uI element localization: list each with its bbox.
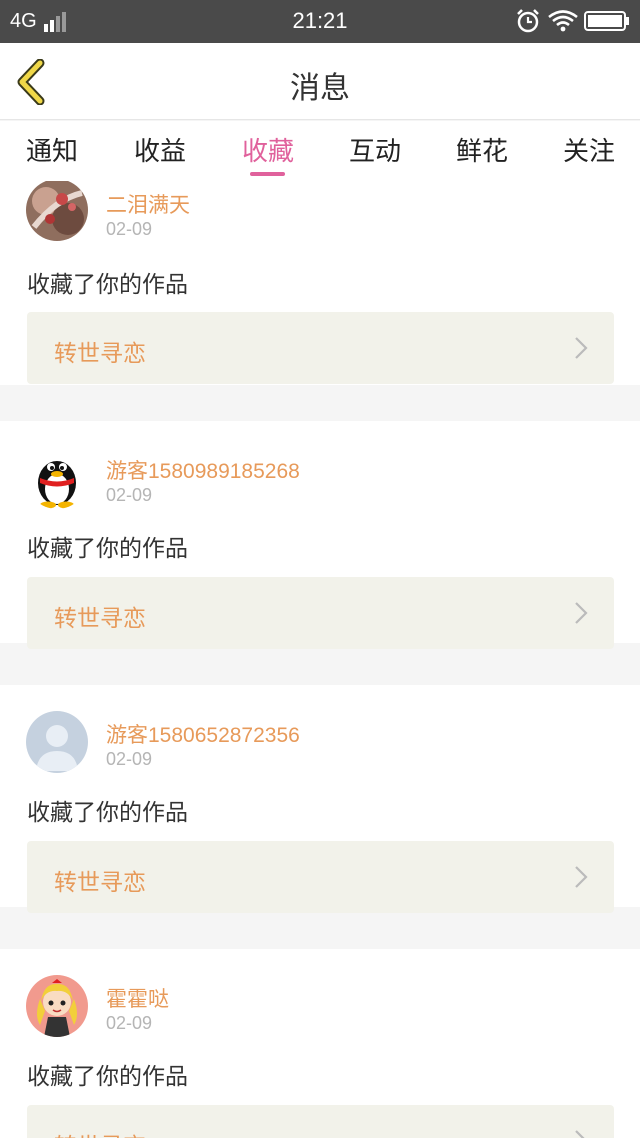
- work-card[interactable]: 转世寻恋: [27, 577, 614, 649]
- message-list[interactable]: 二泪满天 02-09 收藏了你的作品 转世寻恋 游客1580989185268 …: [0, 181, 640, 1138]
- alarm-icon: [517, 9, 539, 33]
- user-avatar[interactable]: [26, 975, 88, 1037]
- username[interactable]: 游客1580989185268: [106, 455, 300, 485]
- work-card[interactable]: 转世寻恋: [27, 312, 614, 384]
- username[interactable]: 二泪满天: [106, 189, 190, 219]
- action-text: 收藏了你的作品: [27, 800, 188, 826]
- tab-flowers[interactable]: 鲜花: [456, 131, 508, 168]
- chevron-right-icon: [575, 602, 588, 624]
- photo-avatar-icon: [26, 181, 88, 241]
- default-person-icon: [26, 711, 88, 773]
- timestamp: 02-09: [106, 485, 153, 505]
- chevron-right-icon: [575, 1130, 585, 1138]
- list-item: 游客1580989185268 02-09 收藏了你的作品 转世寻恋: [0, 421, 640, 649]
- status-bar: 4G 21:21: [0, 0, 640, 43]
- wifi-icon: [548, 10, 578, 32]
- tab-bar: 通知 收益 收藏 互动 鲜花 关注: [0, 121, 640, 181]
- timestamp: 02-09: [106, 749, 153, 769]
- tab-earnings[interactable]: 收益: [134, 131, 186, 168]
- user-avatar[interactable]: [26, 181, 88, 241]
- nav-bar: 消息: [0, 43, 640, 120]
- user-avatar[interactable]: [26, 711, 88, 773]
- list-item: 游客1580652872356 02-09 收藏了你的作品 转世寻恋: [0, 685, 640, 913]
- tab-interactions[interactable]: 互动: [349, 131, 401, 168]
- tab-favorites[interactable]: 收藏: [242, 131, 294, 168]
- work-title: 转世寻恋: [54, 606, 146, 632]
- tab-notifications[interactable]: 通知: [26, 131, 78, 168]
- timestamp: 02-09: [106, 219, 153, 239]
- action-text: 收藏了你的作品: [27, 536, 188, 562]
- action-text: 收藏了你的作品: [27, 1064, 188, 1090]
- user-avatar[interactable]: [26, 447, 88, 509]
- work-card[interactable]: 转世寻恋: [27, 1105, 614, 1138]
- timestamp: 02-09: [106, 1013, 153, 1033]
- qq-penguin-icon: [26, 447, 88, 509]
- clock: 21:21: [292, 8, 348, 33]
- username[interactable]: 霍霍哒: [106, 983, 169, 1013]
- active-tab-indicator: [250, 172, 285, 176]
- action-text: 收藏了你的作品: [27, 272, 188, 298]
- chevron-right-icon: [575, 337, 588, 359]
- cartoon-girl-icon: [26, 975, 88, 1037]
- chevron-right-icon: [575, 866, 588, 888]
- work-title: 转世寻恋: [54, 1127, 146, 1138]
- work-title: 转世寻恋: [54, 341, 146, 367]
- tab-following[interactable]: 关注: [563, 131, 615, 168]
- list-item: 霍霍哒 02-09 收藏了你的作品 转世寻恋: [0, 949, 640, 1138]
- work-title: 转世寻恋: [54, 870, 146, 896]
- page-title: 消息: [290, 71, 350, 106]
- username[interactable]: 游客1580652872356: [106, 719, 300, 749]
- battery-icon: [584, 11, 629, 31]
- work-card[interactable]: 转世寻恋: [27, 841, 614, 913]
- list-item: 二泪满天 02-09 收藏了你的作品 转世寻恋: [0, 181, 640, 385]
